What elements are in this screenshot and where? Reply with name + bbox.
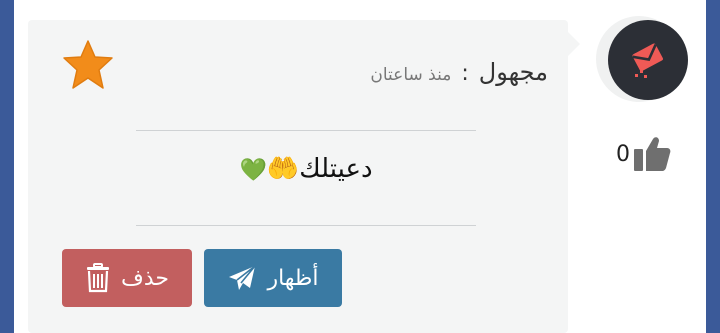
message-body: دعيتلك🤲💚 — [136, 154, 476, 184]
paper-plane-icon — [229, 265, 257, 290]
delete-button[interactable]: حذف — [62, 249, 192, 307]
likes: 0 — [616, 134, 672, 174]
divider-bottom — [136, 225, 476, 226]
envelope-icon — [632, 43, 663, 78]
post-time: منذ ساعتان — [370, 65, 452, 85]
divider-top — [136, 130, 476, 131]
show-button[interactable]: أظهار — [204, 249, 342, 307]
post-header: مجهول : منذ ساعتان — [370, 58, 548, 86]
author-name: مجهول — [478, 58, 548, 86]
thumbs-up-icon[interactable] — [632, 135, 672, 173]
green-heart-icon: 💚 — [239, 158, 267, 183]
card-pointer — [566, 30, 580, 58]
author-separator: : — [461, 61, 469, 86]
trash-icon — [87, 263, 110, 293]
delete-button-label: حذف — [121, 265, 169, 291]
avatar — [608, 20, 688, 100]
message-text: دعيتلك🤲 — [266, 154, 373, 184]
show-button-label: أظهار — [267, 265, 319, 291]
star-icon[interactable] — [60, 38, 116, 92]
like-count: 0 — [616, 141, 630, 167]
